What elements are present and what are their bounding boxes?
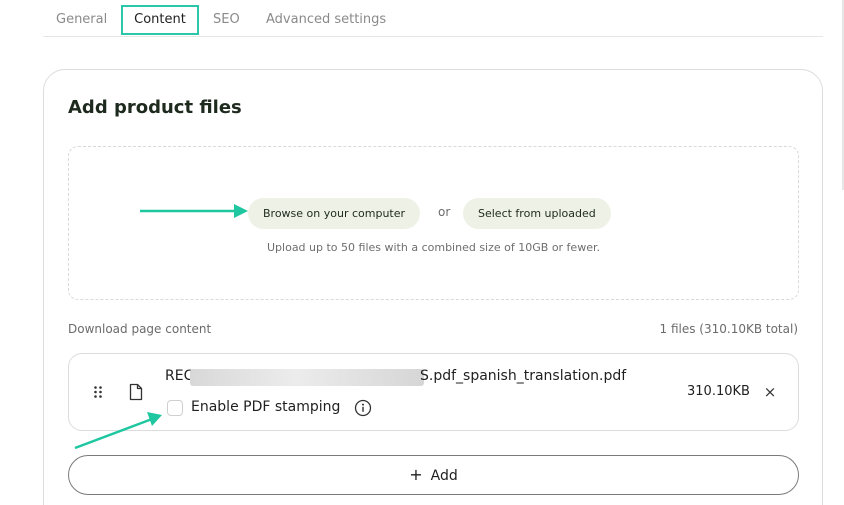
files-total-count: 1 files (310.10KB total) (659, 322, 799, 336)
tab-seo[interactable]: SEO (213, 5, 240, 35)
file-row: REC S.pdf_spanish_translation.pdf Enable… (68, 353, 799, 431)
product-files-card: Add product files Browse on your compute… (43, 69, 823, 505)
pdf-stamping-checkbox[interactable] (167, 400, 183, 416)
download-content-label: Download page content (68, 322, 212, 336)
browse-computer-button[interactable]: Browse on your computer (248, 198, 421, 229)
or-separator: or (438, 205, 451, 219)
file-name-suffix: S.pdf_spanish_translation.pdf (420, 368, 627, 384)
tab-advanced-settings[interactable]: Advanced settings (266, 5, 386, 35)
drag-handle-icon[interactable] (93, 385, 103, 399)
tab-content[interactable]: Content (121, 5, 199, 35)
add-button-label: Add (430, 468, 458, 484)
upload-dropzone[interactable]: Browse on your computer or Select from u… (68, 146, 799, 300)
card-title: Add product files (68, 97, 242, 118)
file-size: 310.10KB (687, 384, 750, 399)
tab-general[interactable]: General (56, 5, 107, 35)
file-icon (129, 383, 143, 401)
info-icon[interactable] (354, 399, 372, 417)
remove-file-close-icon[interactable]: × (762, 382, 778, 402)
pdf-stamping-label: Enable PDF stamping (191, 399, 341, 415)
select-uploaded-button[interactable]: Select from uploaded (463, 198, 611, 229)
tab-bar: General Content SEO Advanced settings (43, 0, 823, 37)
upload-hint: Upload up to 50 files with a combined si… (267, 241, 600, 254)
plus-icon: + (409, 465, 423, 484)
redacted-filename-segment (190, 369, 424, 386)
add-file-button[interactable]: + Add (68, 455, 799, 495)
